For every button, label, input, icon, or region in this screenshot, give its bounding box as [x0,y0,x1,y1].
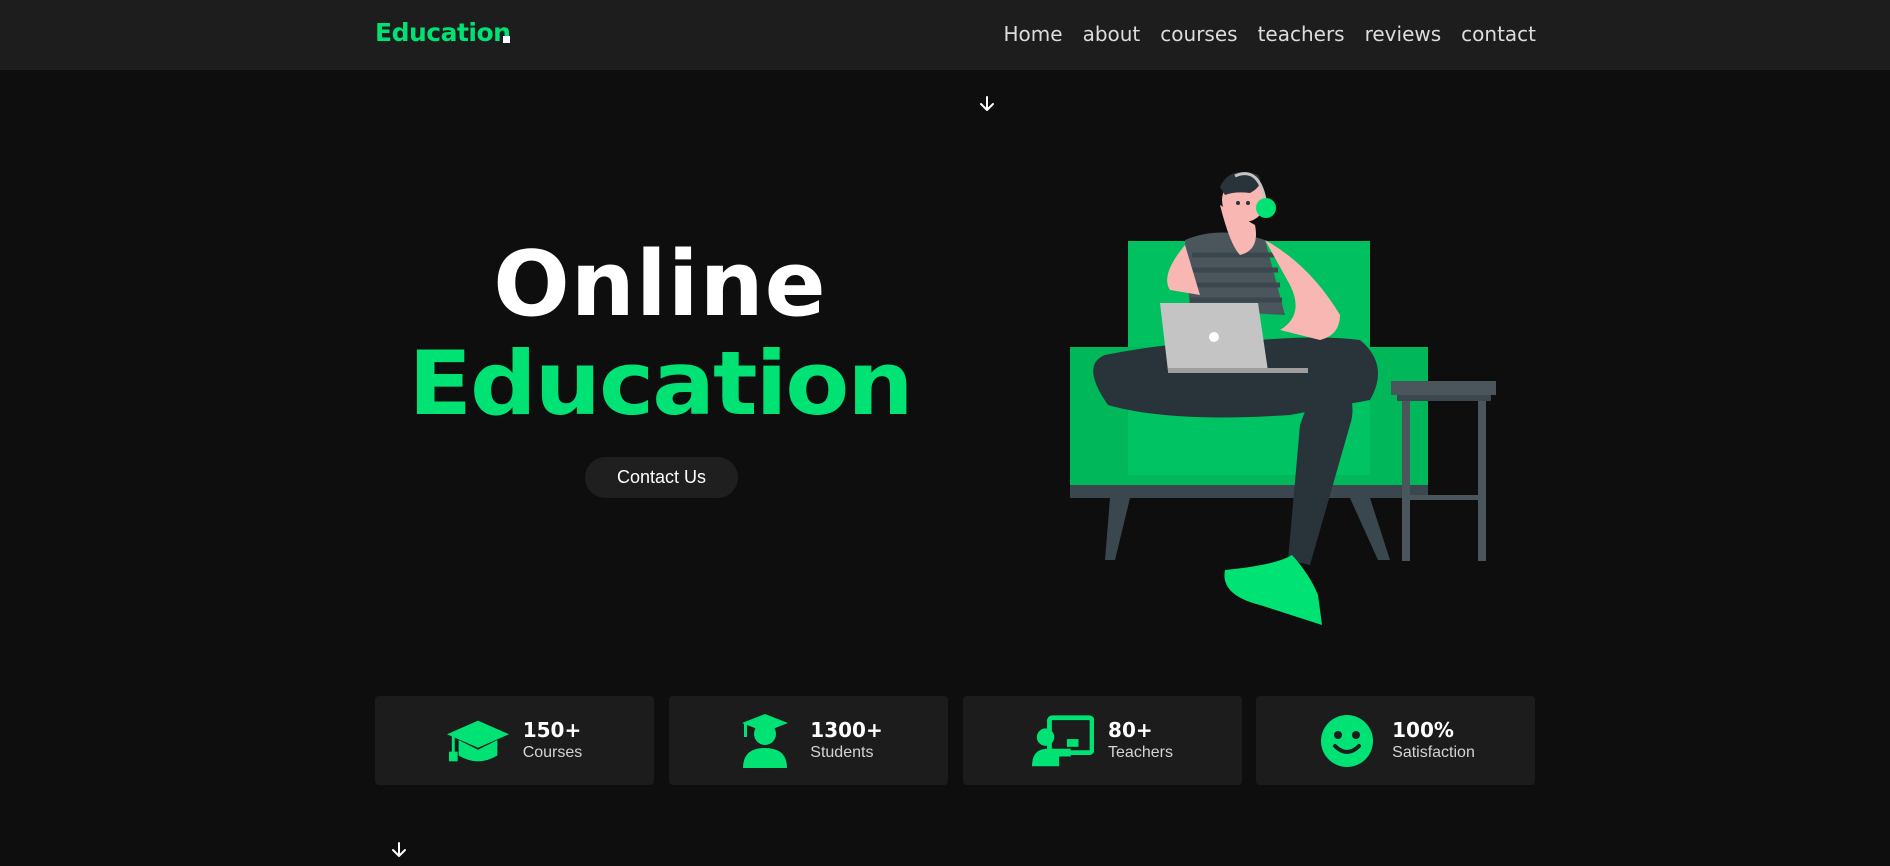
contact-us-button[interactable]: Contact Us [585,457,738,498]
stat-label: Teachers [1108,743,1173,761]
nav-reviews-link[interactable]: reviews [1365,22,1442,46]
stat-label: Satisfaction [1392,743,1475,761]
stat-value: 100% [1392,717,1454,742]
stat-card-satisfaction: 100% Satisfaction [1256,696,1535,785]
stat-card-courses: 150+ Courses [375,696,654,785]
stat-value: 80+ [1108,717,1153,742]
stat-card-students: 1300+ Students [669,696,948,785]
arrow-down-icon[interactable] [977,94,997,114]
nav-contact-link[interactable]: contact [1461,22,1536,46]
hero-title-line2: Education [408,332,913,435]
nav-courses-link[interactable]: courses [1160,22,1237,46]
site-logo[interactable]: Education [375,18,511,47]
stat-value: 150+ [522,717,582,742]
nav-teachers-link[interactable]: teachers [1258,22,1345,46]
teacher-board-icon [1032,714,1095,768]
arrow-down-icon[interactable] [389,840,409,860]
stat-label: Students [810,743,874,761]
nav-home-link[interactable]: Home [1004,22,1063,46]
stat-value: 1300+ [810,717,883,742]
smile-icon [1316,714,1378,768]
graduation-cap-icon [446,714,509,768]
site-header: Education Home about courses teachers re… [0,0,1890,70]
stat-label: Courses [522,743,583,761]
student-laptop-illustration [1070,171,1496,625]
stat-card-teachers: 80+ Teachers [963,696,1242,785]
logo-dot [503,36,510,43]
student-icon [734,713,796,768]
nav-about-link[interactable]: about [1083,22,1141,46]
hero-title-line1: Online [493,232,827,337]
main-nav: Home about courses teachers reviews cont… [1004,22,1537,46]
